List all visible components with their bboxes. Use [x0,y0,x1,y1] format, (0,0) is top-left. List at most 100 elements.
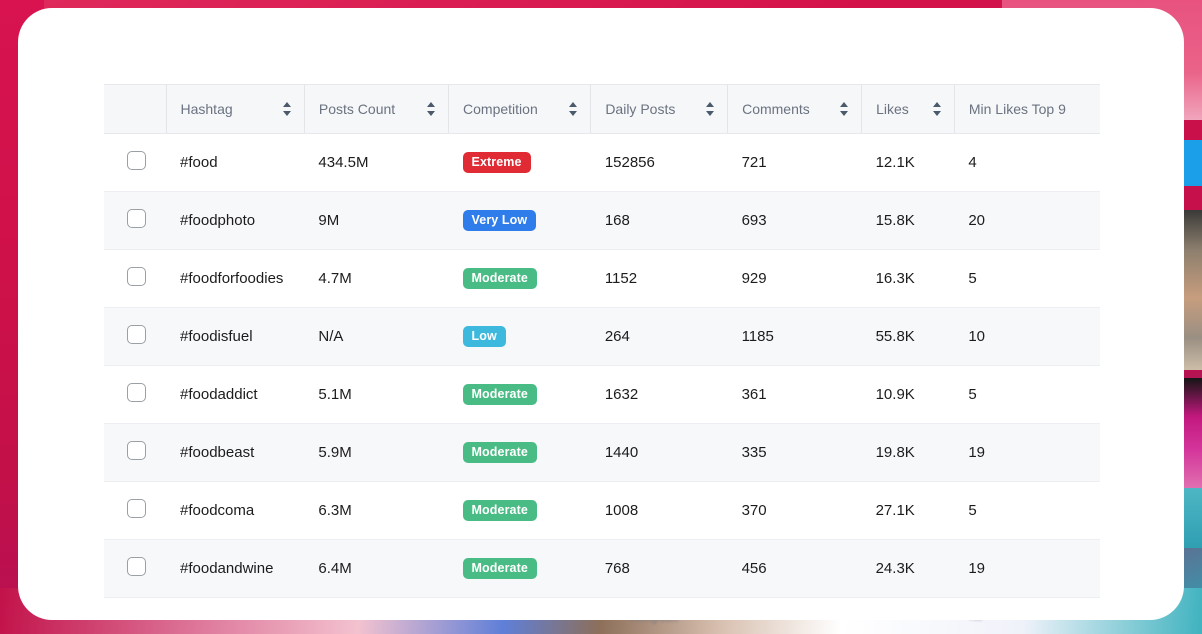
hashtag-table-container: Hashtag Posts Count Competition Daily Po… [104,84,1100,598]
cell-posts-count: 6.4M [304,539,449,598]
row-checkbox[interactable] [127,557,146,576]
cell-competition: Moderate [448,539,591,598]
cell-likes: 15.8K [861,191,955,250]
competition-badge: Very Low [462,209,537,232]
row-checkbox[interactable] [127,151,146,170]
table-body: #food 434.5M Extreme 152856 721 12.1K 4 #foodph… [104,133,1100,598]
cell-posts-count: 434.5M [304,133,449,192]
row-select-cell [104,423,166,482]
row-select-cell [104,539,166,598]
column-header-label: Min Likes Top 9 [968,101,1066,117]
cell-hashtag: #foodphoto [166,191,305,250]
cell-posts-count: 4.7M [304,249,449,308]
competition-badge: Low [462,325,506,348]
cell-daily-posts: 768 [590,539,728,598]
column-header-posts-count[interactable]: Posts Count [304,84,450,134]
cell-hashtag: #foodisfuel [166,307,305,366]
competition-badge: Moderate [462,557,537,580]
cell-daily-posts: 1632 [590,365,728,424]
cell-min-likes-top-9: 19 [954,423,1100,482]
cell-comments: 1185 [727,307,862,366]
cell-daily-posts: 1008 [590,481,728,540]
competition-badge: Moderate [462,383,537,406]
cell-posts-count: 5.9M [304,423,449,482]
cell-competition: Low [448,307,591,366]
cell-likes: 24.3K [861,539,955,598]
cell-daily-posts: 1152 [590,249,728,308]
column-header-comments[interactable]: Comments [727,84,863,134]
competition-badge: Moderate [462,499,537,522]
cell-min-likes-top-9: 20 [954,191,1100,250]
table-row[interactable]: #foodisfuel N/A Low 264 1185 55.8K 10 [104,307,1100,366]
table-row[interactable]: #foodcoma 6.3M Moderate 1008 370 27.1K 5 [104,481,1100,540]
cell-comments: 335 [727,423,862,482]
sort-icon[interactable] [706,102,715,116]
cell-competition: Moderate [448,481,591,540]
cell-hashtag: #foodforfoodies [166,249,305,308]
table-row[interactable]: #foodandwine 6.4M Moderate 768 456 24.3K 19 [104,539,1100,598]
sort-icon[interactable] [932,102,942,116]
row-checkbox[interactable] [127,325,146,344]
cell-comments: 456 [727,539,862,598]
cell-daily-posts: 264 [590,307,728,366]
column-header-min-likes-top-9: Min Likes Top 9 [954,84,1100,134]
row-checkbox[interactable] [127,209,146,228]
cell-likes: 12.1K [861,133,955,192]
row-select-cell [104,481,166,540]
column-header-label: Comments [742,101,810,117]
cell-posts-count: N/A [304,307,449,366]
table-row[interactable]: #food 434.5M Extreme 152856 721 12.1K 4 [104,133,1100,192]
table-row[interactable]: #foodforfoodies 4.7M Moderate 1152 929 16.3K 5 [104,249,1100,308]
row-select-cell [104,249,166,308]
column-header-select [104,84,167,134]
column-header-hashtag[interactable]: Hashtag [166,84,305,134]
column-header-likes[interactable]: Likes [861,84,955,134]
cell-competition: Very Low [448,191,591,250]
cell-comments: 721 [727,133,862,192]
sort-icon[interactable] [427,102,436,116]
cell-likes: 55.8K [861,307,955,366]
table-row[interactable]: #foodphoto 9M Very Low 168 693 15.8K 20 [104,191,1100,250]
cell-likes: 10.9K [861,365,955,424]
cell-daily-posts: 152856 [590,133,728,192]
cell-comments: 929 [727,249,862,308]
table-header-row: Hashtag Posts Count Competition Daily Po… [104,84,1100,134]
row-checkbox[interactable] [127,499,146,518]
table-row[interactable]: #foodaddict 5.1M Moderate 1632 361 10.9K 5 [104,365,1100,424]
cell-competition: Extreme [448,133,591,192]
hashtag-table: Hashtag Posts Count Competition Daily Po… [104,84,1100,598]
cell-posts-count: 5.1M [304,365,449,424]
competition-badge: Moderate [462,267,537,290]
cell-comments: 361 [727,365,862,424]
cell-daily-posts: 168 [590,191,728,250]
column-header-label: Hashtag [180,101,233,117]
column-header-label: Posts Count [318,101,396,117]
table-row[interactable]: #foodbeast 5.9M Moderate 1440 335 19.8K 19 [104,423,1100,482]
sort-icon[interactable] [840,102,849,116]
row-select-cell [104,365,166,424]
column-header-daily-posts[interactable]: Daily Posts [590,84,729,134]
cell-posts-count: 6.3M [304,481,449,540]
column-header-competition[interactable]: Competition [448,84,592,134]
cell-min-likes-top-9: 5 [954,365,1100,424]
row-checkbox[interactable] [127,441,146,460]
cell-posts-count: 9M [304,191,449,250]
sort-icon[interactable] [282,102,292,116]
cell-competition: Moderate [448,365,591,424]
cell-daily-posts: 1440 [590,423,728,482]
column-header-label: Competition [463,101,538,117]
cell-likes: 19.8K [861,423,955,482]
column-header-label: Likes [876,101,909,117]
row-checkbox[interactable] [127,267,146,286]
cell-min-likes-top-9: 19 [954,539,1100,598]
cell-comments: 693 [727,191,862,250]
cell-hashtag: #foodcoma [166,481,305,540]
sort-icon[interactable] [569,102,578,116]
row-checkbox[interactable] [127,383,146,402]
cell-competition: Moderate [448,423,591,482]
row-select-cell [104,191,166,250]
cell-hashtag: #foodbeast [166,423,305,482]
cell-hashtag: #food [166,133,305,192]
backdrop-photo-thumbnail [1184,210,1202,370]
cell-min-likes-top-9: 5 [954,481,1100,540]
